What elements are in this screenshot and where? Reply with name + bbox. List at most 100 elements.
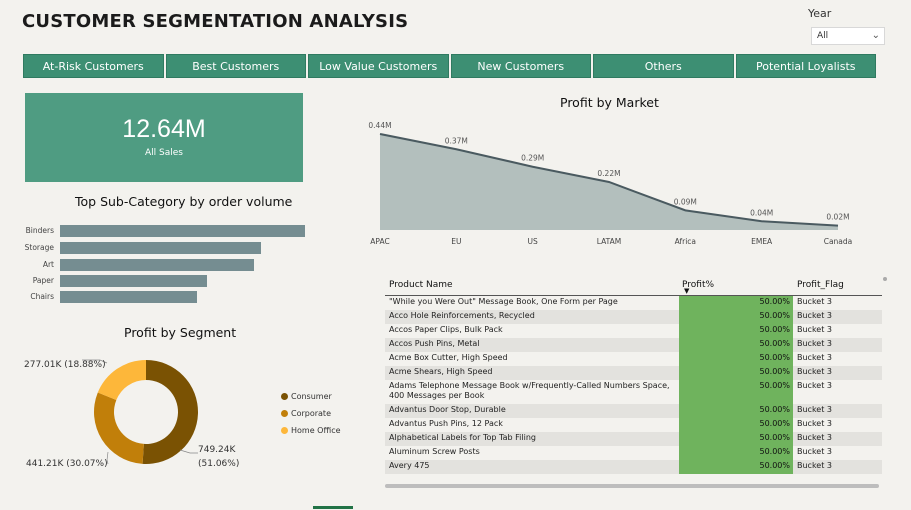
bar-storage[interactable] (60, 242, 261, 254)
segment-button-low-value[interactable]: Low Value Customers (308, 54, 449, 78)
data-label: 0.09M (674, 197, 697, 206)
vertical-scrollbar[interactable] (883, 277, 887, 281)
page-title: CUSTOMER SEGMENTATION ANALYSIS (22, 11, 409, 32)
bar-label: Art (42, 260, 54, 269)
cell-profit-flag: Bucket 3 (797, 367, 832, 376)
bar-label: Chairs (30, 292, 54, 301)
subcategory-bar-chart[interactable]: Binders Storage Art Paper Chairs (0, 222, 320, 312)
market-chart-title: Profit by Market (560, 95, 659, 110)
sales-kpi-card[interactable]: 12.64M All Sales (25, 93, 303, 182)
cell-profit-flag: Bucket 3 (797, 339, 832, 348)
cell-product-name: Advantus Door Stop, Durable (389, 405, 506, 414)
cell-profit-pct: 50.00% (679, 446, 793, 460)
cell-profit-flag: Bucket 3 (797, 447, 832, 456)
x-tick-label: EU (451, 237, 461, 246)
cell-profit-pct: 50.00% (679, 432, 793, 446)
cell-profit-flag: Bucket 3 (797, 297, 832, 306)
sort-down-icon[interactable]: ▼ (684, 287, 689, 295)
product-profit-table: Product Name Profit% ▼ Profit_Flag "Whil… (385, 275, 882, 474)
segment-button-new[interactable]: New Customers (450, 54, 591, 78)
leader-line (179, 449, 198, 454)
legend-label: Home Office (291, 426, 341, 435)
table-row[interactable]: Acme Box Cutter, High Speed 50.00% Bucket … (385, 352, 882, 366)
table-row[interactable]: Accos Paper Clips, Bulk Pack 50.00% Bucket… (385, 324, 882, 338)
table-row[interactable]: Aluminum Screw Posts 50.00% Bucket 3 (385, 446, 882, 460)
donut-slice-corporate[interactable] (94, 392, 144, 464)
bar-label: Storage (24, 243, 54, 252)
year-dropdown-value: All (817, 31, 829, 41)
cell-profit-flag: Bucket 3 (797, 381, 832, 390)
segment-chart-title: Profit by Segment (124, 325, 237, 340)
data-label: 0.37M (445, 136, 468, 145)
data-label: 0.04M (750, 208, 773, 217)
cell-profit-flag: Bucket 3 (797, 311, 832, 320)
kpi-value: 12.64M (122, 115, 206, 143)
cell-profit-flag: Bucket 3 (797, 433, 832, 442)
year-dropdown[interactable]: All ⌄ (811, 27, 885, 45)
data-label: 0.29M (521, 154, 544, 163)
donut-slice-consumer[interactable] (142, 360, 198, 464)
data-label: 0.22M (597, 169, 620, 178)
table-row[interactable]: Advantus Push Pins, 12 Pack 50.00% Bucket … (385, 418, 882, 432)
consumer-pct-label: (51.06%) (198, 459, 240, 469)
cell-product-name: Accos Push Pins, Metal (389, 339, 480, 348)
table-row[interactable]: Acco Hole Reinforcements, Recycled 50.00%… (385, 310, 882, 324)
x-tick-label: EMEA (751, 237, 773, 246)
cell-profit-flag: Bucket 3 (797, 353, 832, 362)
x-tick-label: Canada (824, 237, 853, 246)
segment-button-potential-loyalists[interactable]: Potential Loyalists (735, 54, 876, 78)
cell-product-name: Alphabetical Labels for Top Tab Filing (389, 433, 536, 442)
table-row[interactable]: Acme Shears, High Speed 50.00% Bucket 3 (385, 366, 882, 380)
x-tick-label: Africa (675, 237, 696, 246)
legend-home-office[interactable]: Home Office (281, 426, 341, 435)
cell-product-name: Aluminum Screw Posts (389, 447, 480, 456)
segment-button-best[interactable]: Best Customers (165, 54, 306, 78)
bar-binders[interactable] (60, 225, 305, 237)
cell-profit-pct: 50.00% (679, 296, 793, 310)
chevron-down-icon: ⌄ (871, 30, 880, 41)
cell-product-name: Avery 475 (389, 461, 430, 470)
data-label: 0.02M (826, 213, 849, 222)
segment-button-at-risk[interactable]: At-Risk Customers (23, 54, 164, 78)
bar-art[interactable] (60, 259, 254, 271)
cell-profit-flag: Bucket 3 (797, 325, 832, 334)
data-label: 0.44M (368, 121, 391, 130)
cell-profit-pct: 50.00% (679, 460, 793, 474)
table-row[interactable]: Accos Push Pins, Metal 50.00% Bucket 3 (385, 338, 882, 352)
table-row[interactable]: Advantus Door Stop, Durable 50.00% Bucket … (385, 404, 882, 418)
market-area-chart[interactable]: 0.44M APAC 0.37M EU 0.29M US 0.22M LATAM 0.09M Af… (360, 112, 860, 252)
home-office-label: 277.01K (18.88%) (24, 360, 106, 370)
cell-profit-flag: Bucket 3 (797, 419, 832, 428)
table-row[interactable]: Alphabetical Labels for Top Tab Filing 50… (385, 432, 882, 446)
legend-corporate[interactable]: Corporate (281, 409, 331, 418)
subcategory-chart-title: Top Sub-Category by order volume (75, 194, 293, 209)
active-page-tab[interactable] (313, 506, 353, 509)
table-row[interactable]: Adams Telephone Message Book w/Frequentl… (385, 380, 882, 404)
page-tabs (0, 506, 911, 510)
col-header-product[interactable]: Product Name (389, 280, 453, 290)
bar-chairs[interactable] (60, 291, 198, 303)
cell-product-name: Acme Box Cutter, High Speed (389, 353, 508, 362)
x-tick-label: US (528, 237, 538, 246)
cell-product-name: Advantus Push Pins, 12 Pack (389, 419, 503, 428)
consumer-value-label: 749.24K (198, 445, 236, 455)
cell-product-name: Accos Paper Clips, Bulk Pack (389, 325, 503, 334)
table-row[interactable]: "While you Were Out" Message Book, One F… (385, 296, 882, 310)
horizontal-scrollbar[interactable] (385, 484, 879, 488)
table-body: "While you Were Out" Message Book, One F… (385, 296, 882, 474)
bar-label: Paper (32, 276, 54, 285)
segment-slicer: At-Risk Customers Best Customers Low Val… (23, 54, 876, 78)
cell-profit-pct: 50.00% (679, 338, 793, 352)
segment-button-others[interactable]: Others (593, 54, 734, 78)
cell-profit-pct: 50.00% (679, 366, 793, 380)
cell-profit-pct: 50.00% (679, 310, 793, 324)
cell-product-name: Acme Shears, High Speed (389, 367, 493, 376)
x-tick-label: APAC (370, 237, 389, 246)
col-header-profit-flag[interactable]: Profit_Flag (797, 280, 844, 290)
x-tick-label: LATAM (597, 237, 622, 246)
legend-dot (281, 427, 288, 434)
cell-profit-pct: 50.00% (679, 352, 793, 366)
table-row[interactable]: Avery 475 50.00% Bucket 3 (385, 460, 882, 474)
legend-consumer[interactable]: Consumer (281, 392, 332, 401)
bar-paper[interactable] (60, 275, 207, 287)
